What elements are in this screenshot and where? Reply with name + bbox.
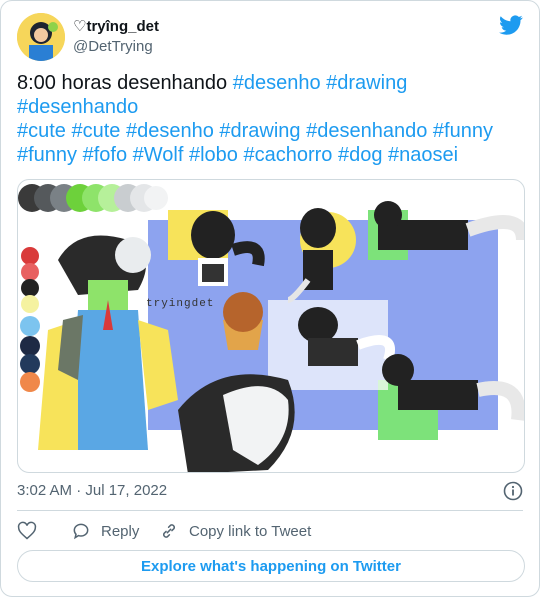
twitter-bird-icon[interactable] [499, 13, 523, 37]
tweet-line-2: #desenhando [17, 95, 525, 119]
tweet-actions: Reply Copy link to Tweet [17, 519, 525, 543]
link-icon [163, 524, 175, 538]
reply-bubble-icon [73, 523, 89, 540]
color-palette-side [20, 247, 40, 392]
tweet-plain-text: 8:00 horas desenhando [17, 72, 233, 94]
tweet-card: ♡tryîng_det @DetTrying 8:00 horas desenh… [0, 0, 540, 597]
heart-icon [17, 521, 37, 540]
muffin [223, 292, 263, 350]
divider [17, 510, 523, 511]
watermark-text: tryingdet [146, 298, 214, 310]
hashtags[interactable]: #funny #fofo #Wolf #lobo #cachorro #dog … [17, 144, 458, 166]
author-names[interactable]: ♡tryîng_det @DetTrying [73, 17, 159, 57]
tweet-text: 8:00 horas desenhando #desenho #drawing … [17, 71, 525, 167]
avatar[interactable] [17, 13, 65, 61]
hashtags[interactable]: #desenho #drawing [233, 72, 408, 94]
author-display-name[interactable]: ♡tryîng_det [73, 17, 159, 37]
author-handle[interactable]: @DetTrying [73, 37, 159, 57]
copy-link-button[interactable]: Copy link to Tweet [159, 519, 311, 543]
artwork-illustration: tryingdet [18, 184, 524, 472]
tweet-header: ♡tryîng_det @DetTrying [17, 13, 523, 61]
wolf-quadruped-1 [374, 201, 524, 250]
tweet-line-3: #cute #cute #desenho #drawing #desenhand… [17, 119, 525, 143]
hashtags[interactable]: #desenhando [17, 96, 138, 118]
reply-button[interactable]: Reply [71, 519, 139, 543]
copy-link-label: Copy link to Tweet [189, 522, 312, 540]
info-icon[interactable] [503, 481, 523, 501]
tweet-timestamp[interactable]: 3:02 AM · Jul 17, 2022 [17, 481, 167, 501]
reply-label: Reply [101, 522, 140, 540]
tweet-line-4: #funny #fofo #Wolf #lobo #cachorro #dog … [17, 143, 525, 167]
hashtags[interactable]: #cute #cute #desenho #drawing #desenhand… [17, 120, 493, 142]
tweet-line-1: 8:00 horas desenhando #desenho #drawing [17, 71, 525, 95]
explore-button[interactable]: Explore what's happening on Twitter [17, 550, 525, 582]
like-button[interactable] [17, 519, 37, 543]
color-palette-top [18, 184, 168, 212]
tweet-media-image[interactable]: tryingdet [17, 179, 525, 473]
